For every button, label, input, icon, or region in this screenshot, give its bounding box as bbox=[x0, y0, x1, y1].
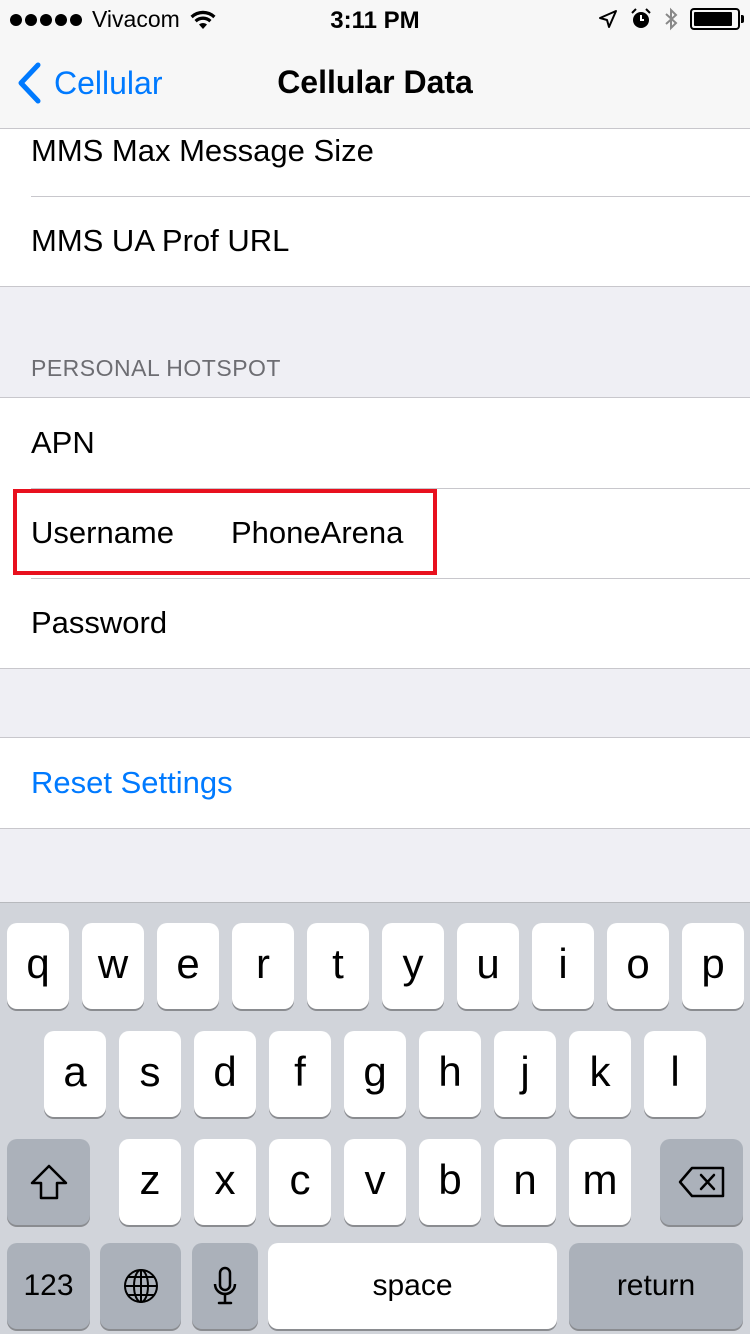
section-header-personal-hotspot: PERSONAL HOTSPOT bbox=[31, 355, 281, 381]
navigation-bar: Cellular Cellular Data bbox=[0, 40, 750, 128]
key-q[interactable]: q bbox=[7, 923, 69, 1009]
location-arrow-icon bbox=[599, 10, 617, 28]
key-l[interactable]: l bbox=[644, 1031, 706, 1117]
key-p[interactable]: p bbox=[682, 923, 744, 1009]
key-n[interactable]: n bbox=[494, 1139, 556, 1225]
key-c[interactable]: c bbox=[269, 1139, 331, 1225]
key-d[interactable]: d bbox=[194, 1031, 256, 1117]
apn-row[interactable]: APN bbox=[0, 398, 750, 488]
key-i[interactable]: i bbox=[532, 923, 594, 1009]
globe-icon bbox=[123, 1269, 158, 1303]
key-r[interactable]: r bbox=[232, 923, 294, 1009]
key-e[interactable]: e bbox=[157, 923, 219, 1009]
alarm-icon bbox=[631, 8, 651, 28]
key-h[interactable]: h bbox=[419, 1031, 481, 1117]
key-z[interactable]: z bbox=[119, 1139, 181, 1225]
space-key[interactable]: space bbox=[268, 1243, 557, 1329]
key-v[interactable]: v bbox=[344, 1139, 406, 1225]
password-label: Password bbox=[31, 605, 168, 640]
reset-group: Reset Settings bbox=[0, 737, 750, 829]
backspace-icon bbox=[678, 1166, 724, 1198]
row-label: MMS UA Prof URL bbox=[31, 223, 290, 258]
apn-label: APN bbox=[31, 425, 95, 460]
key-a[interactable]: a bbox=[44, 1031, 106, 1117]
password-row[interactable]: Password bbox=[0, 578, 750, 668]
numbers-key[interactable]: 123 bbox=[7, 1243, 90, 1329]
keyboard: q w e r t y u i o p a s d f g h j k l z … bbox=[0, 902, 750, 1334]
reset-settings-button[interactable]: Reset Settings bbox=[0, 738, 750, 828]
status-bar: Vivacom 3:11 PM bbox=[0, 0, 750, 40]
key-y[interactable]: y bbox=[382, 923, 444, 1009]
dictation-key[interactable] bbox=[192, 1243, 258, 1329]
key-t[interactable]: t bbox=[307, 923, 369, 1009]
key-w[interactable]: w bbox=[82, 923, 144, 1009]
key-f[interactable]: f bbox=[269, 1031, 331, 1117]
shift-icon bbox=[30, 1164, 67, 1200]
page-title: Cellular Data bbox=[277, 64, 473, 100]
highlight-box bbox=[13, 489, 437, 575]
mms-settings-group: MMS Max Message Size MMS UA Prof URL bbox=[0, 106, 750, 287]
battery-icon bbox=[690, 8, 744, 30]
key-x[interactable]: x bbox=[194, 1139, 256, 1225]
key-m[interactable]: m bbox=[569, 1139, 631, 1225]
key-k[interactable]: k bbox=[569, 1031, 631, 1117]
mms-ua-prof-url-row[interactable]: MMS UA Prof URL bbox=[0, 196, 750, 286]
key-o[interactable]: o bbox=[607, 923, 669, 1009]
shift-key[interactable] bbox=[7, 1139, 90, 1225]
return-key[interactable]: return bbox=[569, 1243, 743, 1329]
microphone-icon bbox=[213, 1266, 237, 1305]
delete-key[interactable] bbox=[660, 1139, 743, 1225]
key-b[interactable]: b bbox=[419, 1139, 481, 1225]
globe-key[interactable] bbox=[100, 1243, 181, 1329]
key-u[interactable]: u bbox=[457, 923, 519, 1009]
bluetooth-icon bbox=[665, 7, 678, 31]
row-label: MMS Max Message Size bbox=[31, 133, 374, 168]
reset-settings-label: Reset Settings bbox=[31, 765, 233, 800]
key-s[interactable]: s bbox=[119, 1031, 181, 1117]
top-bar: Vivacom 3:11 PM Cellular Cellular Data bbox=[0, 0, 750, 129]
key-g[interactable]: g bbox=[344, 1031, 406, 1117]
key-j[interactable]: j bbox=[494, 1031, 556, 1117]
